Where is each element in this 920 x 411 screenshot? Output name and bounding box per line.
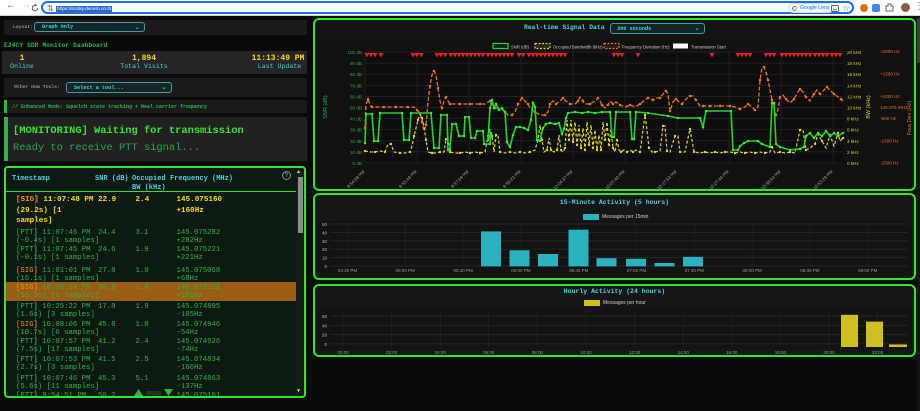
svg-text:40: 40 [322, 323, 328, 328]
svg-text:07:00 PM: 07:00 PM [627, 268, 647, 273]
svg-text:16:00: 16:00 [726, 350, 738, 355]
svg-text:8 kHz: 8 kHz [847, 117, 859, 122]
svg-text:12 kHz: 12 kHz [847, 94, 862, 99]
svg-text:+2000 Hz: +2000 Hz [880, 49, 900, 54]
svg-text:Transmission Start: Transmission Start [691, 45, 727, 50]
svg-text:6 kHz: 6 kHz [847, 128, 859, 133]
svg-text:50: 50 [322, 222, 328, 227]
svg-text:05:30 PM: 05:30 PM [453, 268, 473, 273]
svg-text:10 kHz: 10 kHz [847, 106, 862, 111]
svg-text:14 kHz: 14 kHz [847, 83, 862, 88]
svg-text:50 dB: 50 dB [350, 106, 362, 111]
svg-text:20: 20 [322, 333, 328, 338]
svg-text:145.075 MHz: 145.075 MHz [880, 105, 908, 110]
svg-text:09:00 PM: 09:00 PM [858, 268, 878, 273]
svg-text:10 dB: 10 dB [350, 150, 362, 155]
svg-text:20:00: 20:00 [823, 350, 835, 355]
svg-text:04:30 PM: 04:30 PM [338, 268, 358, 273]
svg-text:2 kHz: 2 kHz [847, 150, 859, 155]
svg-text:0 kHz: 0 kHz [847, 161, 859, 166]
svg-text:08:00 PM: 08:00 PM [742, 268, 762, 273]
svg-text:16 kHz: 16 kHz [847, 72, 862, 77]
svg-text:06:30 PM: 06:30 PM [569, 268, 589, 273]
svg-text:07:30 PM: 07:30 PM [685, 268, 705, 273]
svg-text:Occupied Bandwidth (kHz): Occupied Bandwidth (kHz) [553, 45, 603, 50]
svg-text:SNR (dB): SNR (dB) [323, 95, 329, 119]
svg-text:08:00: 08:00 [532, 350, 544, 355]
svg-text:05:00 PM: 05:00 PM [396, 268, 416, 273]
svg-text:100 dB: 100 dB [347, 50, 362, 55]
svg-text:60: 60 [322, 314, 328, 319]
svg-text:08:30 PM: 08:30 PM [800, 268, 820, 273]
svg-text:22:00: 22:00 [872, 350, 884, 355]
svg-text:Frequency Deviation (Hz): Frequency Deviation (Hz) [622, 45, 670, 50]
svg-text:18:00: 18:00 [775, 350, 787, 355]
svg-text:-500 Hz: -500 Hz [880, 116, 897, 121]
svg-text:-1500 Hz: -1500 Hz [880, 138, 899, 143]
svg-text:18 kHz: 18 kHz [847, 61, 862, 66]
svg-text:20 kHz: 20 kHz [847, 50, 862, 55]
svg-text:12:00: 12:00 [629, 350, 641, 355]
svg-text:60 dB: 60 dB [350, 94, 362, 99]
svg-text:10: 10 [322, 256, 328, 261]
svg-text:+1000 Hz: +1000 Hz [880, 94, 900, 99]
svg-text:Freq Dev (Hz): Freq Dev (Hz) [907, 101, 913, 136]
svg-text:4 kHz: 4 kHz [847, 139, 859, 144]
svg-text:80 dB: 80 dB [350, 72, 362, 77]
svg-text:-2500 Hz: -2500 Hz [880, 161, 899, 166]
svg-text:90 dB: 90 dB [350, 61, 362, 66]
svg-text:SNR (dB): SNR (dB) [511, 45, 530, 50]
svg-text:10:00: 10:00 [580, 350, 592, 355]
svg-text:+1500 Hz: +1500 Hz [880, 71, 900, 76]
svg-text:30 dB: 30 dB [350, 128, 362, 133]
svg-text:04:00: 04:00 [435, 350, 447, 355]
svg-text:20 dB: 20 dB [350, 139, 362, 144]
svg-text:00:00: 00:00 [337, 350, 349, 355]
svg-text:BW (kHz): BW (kHz) [866, 95, 872, 119]
svg-text:20: 20 [322, 247, 328, 252]
svg-text:40 dB: 40 dB [350, 117, 362, 122]
svg-text:06:00 PM: 06:00 PM [511, 268, 531, 273]
svg-text:0 dB: 0 dB [353, 161, 362, 166]
svg-text:06:00: 06:00 [483, 350, 495, 355]
svg-text:70 dB: 70 dB [350, 83, 362, 88]
svg-text:14:00: 14:00 [678, 350, 690, 355]
svg-text:02:00: 02:00 [386, 350, 398, 355]
svg-text:30: 30 [322, 239, 328, 244]
svg-text:40: 40 [322, 230, 328, 235]
